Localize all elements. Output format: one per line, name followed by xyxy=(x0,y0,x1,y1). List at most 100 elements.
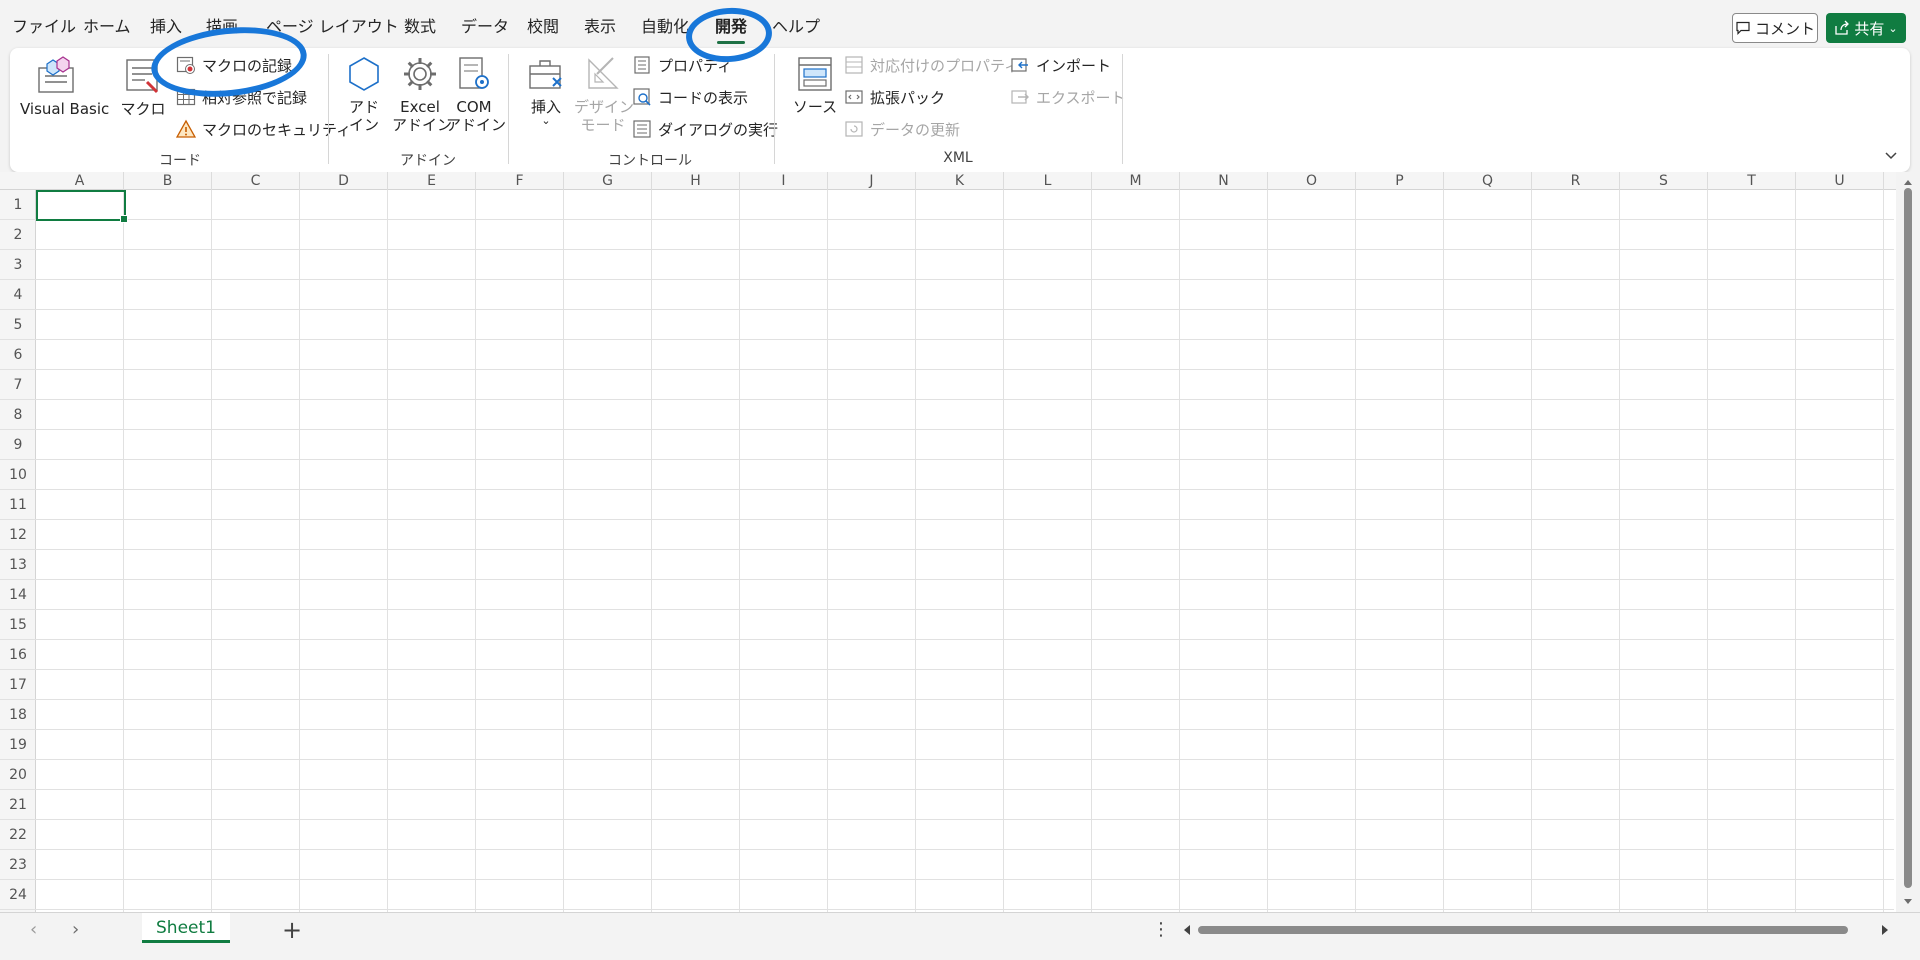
row-header[interactable]: 22 xyxy=(0,820,36,850)
tab-view[interactable]: 表示 xyxy=(584,14,616,40)
add-sheet-button[interactable]: + xyxy=(282,916,302,944)
tab-formulas[interactable]: 数式 xyxy=(404,14,436,40)
column-header[interactable]: J xyxy=(828,172,916,190)
sheet-tab-sheet1[interactable]: Sheet1 xyxy=(142,913,230,943)
column-header[interactable]: R xyxy=(1532,172,1620,190)
scroll-left-icon[interactable] xyxy=(1180,919,1194,941)
row-header[interactable]: 4 xyxy=(0,280,36,310)
record-macro-button[interactable]: マクロの記録 xyxy=(176,53,292,77)
row-header[interactable]: 11 xyxy=(0,490,36,520)
column-header[interactable]: F xyxy=(476,172,564,190)
tab-review[interactable]: 校閲 xyxy=(527,14,559,40)
scroll-down-icon[interactable] xyxy=(1896,894,1920,910)
cell-area[interactable] xyxy=(36,190,1894,912)
row-header[interactable]: 1 xyxy=(0,190,36,220)
column-header[interactable]: U xyxy=(1796,172,1884,190)
column-header[interactable]: D xyxy=(300,172,388,190)
insert-control-button[interactable]: 挿入 ⌄ xyxy=(524,54,568,126)
add-ins-label-1: アド xyxy=(348,98,379,116)
row-header[interactable]: 5 xyxy=(0,310,36,340)
macro-security-button[interactable]: マクロのセキュリティ xyxy=(176,117,351,141)
row-header[interactable]: 13 xyxy=(0,550,36,580)
column-header[interactable]: I xyxy=(740,172,828,190)
row-header[interactable]: 20 xyxy=(0,760,36,790)
tab-data[interactable]: データ xyxy=(461,14,509,40)
com-add-ins-button[interactable]: COM アドイン xyxy=(446,54,506,134)
tab-insert[interactable]: 挿入 xyxy=(150,14,182,40)
tab-automate[interactable]: 自動化 xyxy=(641,14,689,40)
row-header[interactable]: 3 xyxy=(0,250,36,280)
vertical-scroll-thumb[interactable] xyxy=(1904,188,1912,888)
row-header[interactable]: 10 xyxy=(0,460,36,490)
more-options-icon[interactable]: ⋮ xyxy=(1152,919,1170,940)
column-header[interactable]: M xyxy=(1092,172,1180,190)
tab-help[interactable]: ヘルプ xyxy=(772,14,820,40)
row-header[interactable]: 23 xyxy=(0,850,36,880)
run-dialog-button[interactable]: ダイアログの実行 xyxy=(632,117,778,141)
visual-basic-button[interactable]: Visual Basic xyxy=(20,54,109,118)
excel-add-ins-button[interactable]: Excel アドイン xyxy=(392,54,452,134)
row-header[interactable]: 16 xyxy=(0,640,36,670)
horizontal-scrollbar[interactable] xyxy=(1180,919,1892,941)
column-header[interactable]: B xyxy=(124,172,212,190)
tab-file[interactable]: ファイル xyxy=(12,14,76,40)
xml-import-button[interactable]: インポート xyxy=(1010,53,1111,77)
row-header[interactable]: 21 xyxy=(0,790,36,820)
row-header[interactable]: 14 xyxy=(0,580,36,610)
tab-home[interactable]: ホーム xyxy=(83,14,131,40)
use-relative-references-button[interactable]: 相対参照で記録 xyxy=(176,85,307,109)
import-icon xyxy=(1011,58,1028,72)
column-header[interactable]: K xyxy=(916,172,1004,190)
vertical-scrollbar[interactable] xyxy=(1896,172,1920,912)
row-header[interactable]: 15 xyxy=(0,610,36,640)
scroll-right-icon[interactable] xyxy=(1878,919,1892,941)
horizontal-scroll-thumb[interactable] xyxy=(1198,926,1848,934)
expansion-packs-button[interactable]: 拡張パック xyxy=(844,85,945,109)
tab-page-layout[interactable]: ページ レイアウト xyxy=(266,14,399,40)
column-header[interactable]: S xyxy=(1620,172,1708,190)
tab-developer[interactable]: 開発 xyxy=(715,14,747,44)
column-header[interactable]: C xyxy=(212,172,300,190)
row-header[interactable]: 24 xyxy=(0,880,36,910)
row-header[interactable]: 9 xyxy=(0,430,36,460)
relative-references-icon xyxy=(176,88,196,106)
column-header[interactable]: E xyxy=(388,172,476,190)
column-header[interactable]: A xyxy=(36,172,124,190)
row-header[interactable]: 18 xyxy=(0,700,36,730)
share-button[interactable]: 共有 ⌄ xyxy=(1826,13,1906,43)
xml-export-button[interactable]: エクスポート xyxy=(1010,85,1126,109)
column-header[interactable]: T xyxy=(1708,172,1796,190)
row-header[interactable]: 17 xyxy=(0,670,36,700)
share-button-label: 共有 xyxy=(1854,19,1885,38)
row-header[interactable]: 6 xyxy=(0,340,36,370)
tab-draw[interactable]: 描画 xyxy=(206,14,238,40)
column-header[interactable]: P xyxy=(1356,172,1444,190)
column-header[interactable]: Q xyxy=(1444,172,1532,190)
macros-button[interactable]: マクロ xyxy=(120,54,166,118)
column-header[interactable]: N xyxy=(1180,172,1268,190)
column-header[interactable]: G xyxy=(564,172,652,190)
properties-button[interactable]: プロパティ xyxy=(632,53,732,77)
column-header[interactable]: H xyxy=(652,172,740,190)
map-properties-button[interactable]: 対応付けのプロパティ xyxy=(844,53,1019,77)
refresh-data-button[interactable]: データの更新 xyxy=(844,117,960,141)
column-header[interactable]: L xyxy=(1004,172,1092,190)
row-header[interactable]: 8 xyxy=(0,400,36,430)
group-label-controls: コントロール xyxy=(608,153,692,169)
chevron-right-icon[interactable]: › xyxy=(72,919,79,940)
design-mode-button[interactable]: デザイン モード xyxy=(574,54,634,134)
row-header[interactable]: 12 xyxy=(0,520,36,550)
collapse-ribbon-button[interactable] xyxy=(1880,144,1902,166)
column-header[interactable]: O xyxy=(1268,172,1356,190)
view-code-button[interactable]: コードの表示 xyxy=(632,85,748,109)
xml-source-button[interactable]: ソース xyxy=(790,54,840,116)
comments-button[interactable]: コメント xyxy=(1732,13,1818,43)
row-header[interactable]: 7 xyxy=(0,370,36,400)
row-header[interactable]: 2 xyxy=(0,220,36,250)
add-ins-button[interactable]: アド イン xyxy=(344,54,384,134)
row-header[interactable]: 19 xyxy=(0,730,36,760)
chevron-left-icon[interactable]: ‹ xyxy=(30,919,37,940)
worksheet-grid[interactable]: ABCDEFGHIJKLMNOPQRSTU 1 2 3 4 5 6 7 8 9 10 11 12 13 1… xyxy=(0,172,1920,912)
group-separator xyxy=(774,54,775,164)
active-cell-a1[interactable] xyxy=(36,190,128,223)
